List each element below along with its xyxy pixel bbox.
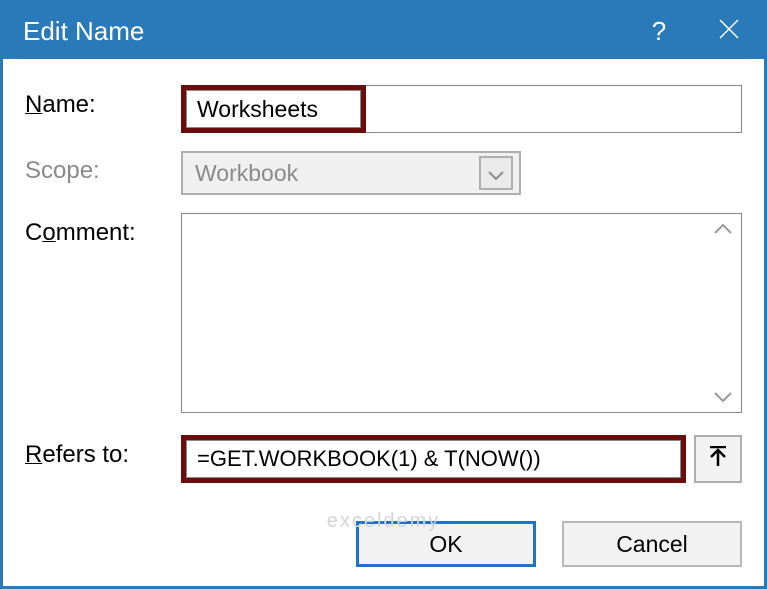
scope-row: Scope: Workbook <box>25 151 742 195</box>
refers-highlight <box>181 435 686 483</box>
cancel-button[interactable]: Cancel <box>562 521 742 567</box>
comment-input-container <box>181 213 742 413</box>
name-label: Name: <box>25 85 181 119</box>
chevron-down-icon <box>488 160 504 187</box>
name-highlight <box>181 85 366 133</box>
ok-button[interactable]: OK <box>356 521 536 567</box>
refers-input-container <box>181 435 742 483</box>
scope-label: Scope: <box>25 151 181 185</box>
collapse-dialog-icon <box>708 446 728 473</box>
scroll-up-icon[interactable] <box>713 222 733 236</box>
close-button[interactable] <box>694 3 764 59</box>
scope-value: Workbook <box>195 160 479 187</box>
dialog-button-row: OK Cancel <box>3 515 764 567</box>
comment-label: Comment: <box>25 213 181 247</box>
scroll-down-icon[interactable] <box>713 390 733 404</box>
refers-label: Refers to: <box>25 435 181 469</box>
name-row: Name: <box>25 85 742 133</box>
comment-row: Comment: <box>25 213 742 413</box>
name-input-container <box>181 85 742 133</box>
comment-textarea[interactable] <box>181 213 742 413</box>
name-input-extension[interactable] <box>366 85 742 133</box>
dialog-body: Name: Scope: Workbook <box>3 59 764 515</box>
scope-dropdown-button <box>479 156 513 190</box>
collapse-dialog-button[interactable] <box>694 435 742 483</box>
titlebar: Edit Name ? <box>3 3 764 59</box>
name-input[interactable] <box>186 90 361 128</box>
dialog-title: Edit Name <box>23 16 624 47</box>
scope-input-container: Workbook <box>181 151 742 195</box>
scope-dropdown: Workbook <box>181 151 521 195</box>
help-button[interactable]: ? <box>624 3 694 59</box>
dialog-window: Edit Name ? Name: Scope: <box>0 0 767 589</box>
help-icon: ? <box>652 16 666 47</box>
refers-input[interactable] <box>186 440 681 478</box>
refers-row: Refers to: <box>25 435 742 483</box>
close-icon <box>718 16 740 47</box>
